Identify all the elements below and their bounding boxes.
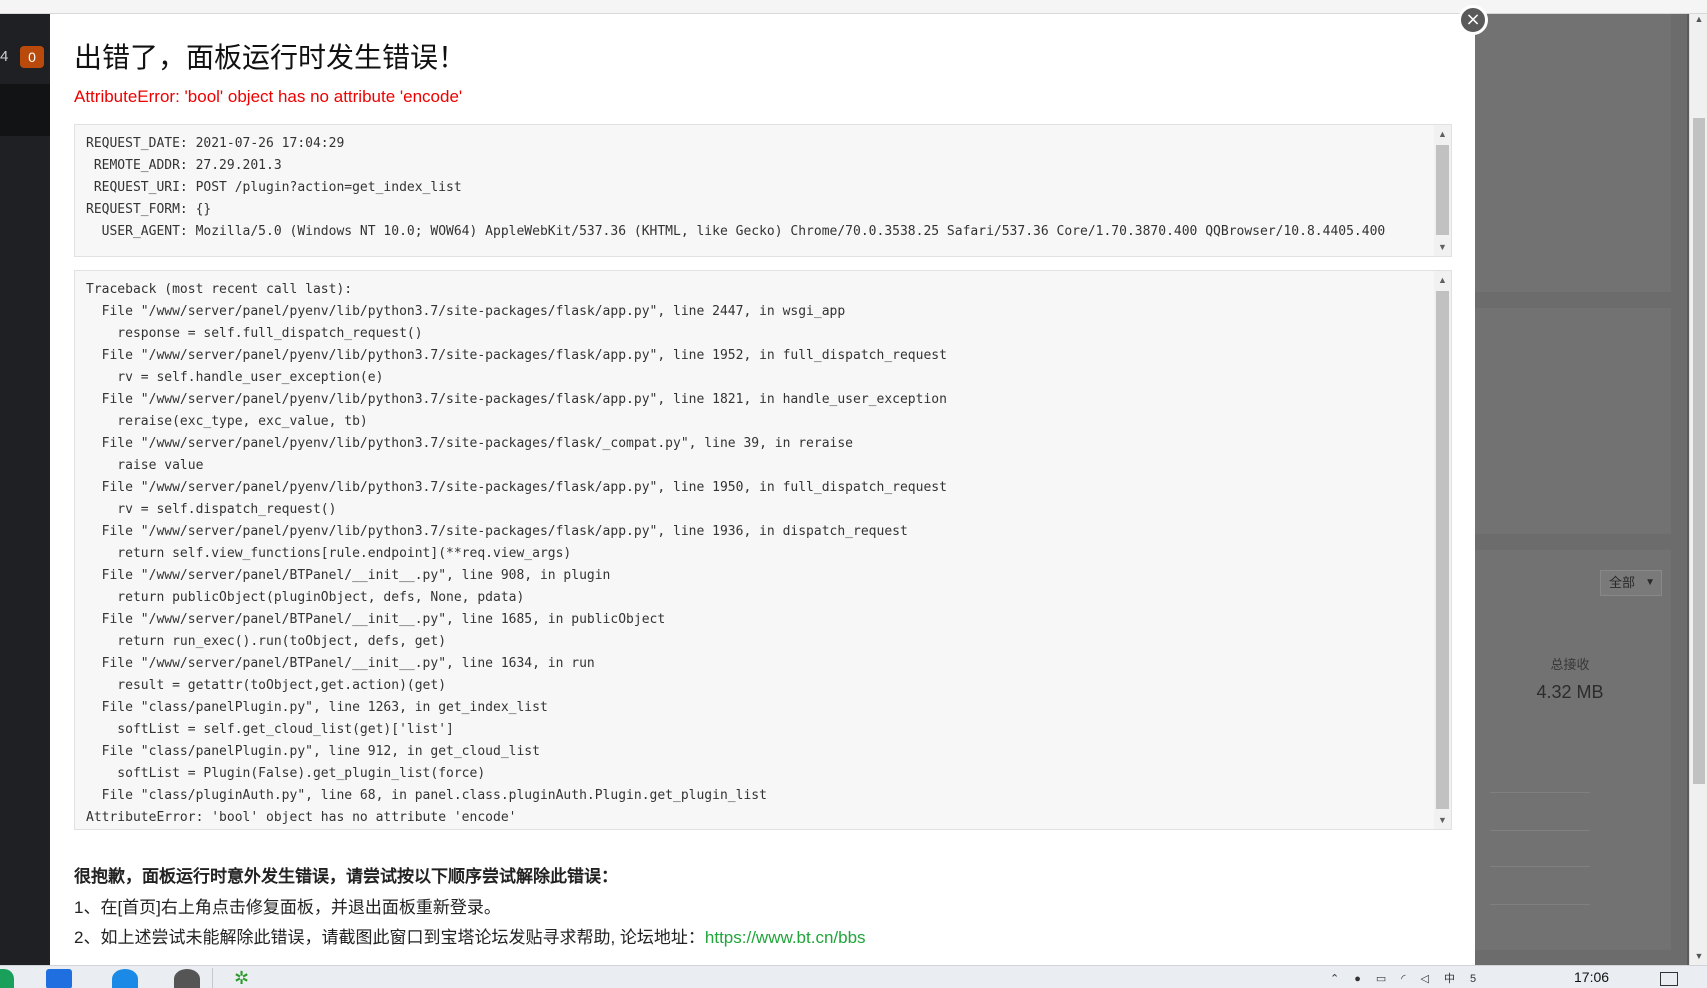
code-line: File "/www/server/panel/pyenv/lib/python…	[86, 436, 854, 451]
scroll-down-icon[interactable]: ▼	[1434, 815, 1451, 825]
code-line: File "/www/server/panel/pyenv/lib/python…	[86, 348, 947, 363]
traceback-scrollbar[interactable]: ▲ ▼	[1434, 271, 1451, 829]
request-info-box[interactable]: REQUEST_DATE: 2021-07-26 17:04:29 REMOTE…	[74, 124, 1452, 257]
code-line: File "/www/server/panel/BTPanel/__init__…	[86, 656, 595, 671]
sidebar-badge: 0	[20, 46, 44, 68]
code-line: REMOTE_ADDR: 27.29.201.3	[86, 158, 282, 173]
scrollbar-thumb[interactable]	[1436, 291, 1449, 809]
background-card	[1475, 14, 1671, 292]
scrollbar-thumb[interactable]	[1436, 145, 1449, 235]
taskbar-divider	[212, 968, 213, 988]
scroll-down-icon[interactable]: ▼	[1434, 242, 1451, 252]
code-line: reraise(exc_type, exc_value, tb)	[86, 414, 368, 429]
code-line: File "class/panelPlugin.py", line 912, i…	[86, 744, 540, 759]
scroll-up-icon[interactable]: ▲	[1434, 129, 1451, 139]
code-line: File "/www/server/panel/pyenv/lib/python…	[86, 524, 908, 539]
code-line: return self.view_functions[rule.endpoint…	[86, 546, 572, 561]
background-divider	[1490, 904, 1590, 905]
code-line: USER_AGENT: Mozilla/5.0 (Windows NT 10.0…	[86, 224, 1386, 239]
code-line: File "/www/server/panel/pyenv/lib/python…	[86, 304, 846, 319]
background-card	[1475, 308, 1671, 368]
code-line: AttributeError: 'bool' object has no att…	[86, 810, 517, 825]
code-line: File "/www/server/panel/BTPanel/__init__…	[86, 612, 666, 627]
network-icon[interactable]: ▭	[1376, 973, 1386, 985]
scroll-up-icon[interactable]: ▲	[1690, 14, 1707, 24]
close-icon[interactable]: ×	[1458, 5, 1488, 35]
app-icon[interactable]	[46, 969, 72, 988]
code-line: rv = self.dispatch_request()	[86, 502, 337, 517]
notification-icon[interactable]	[1660, 972, 1678, 986]
request-info-text: REQUEST_DATE: 2021-07-26 17:04:29 REMOTE…	[86, 133, 1385, 243]
code-line: File "/www/server/panel/BTPanel/__init__…	[86, 568, 611, 583]
ime-icon[interactable]: 中	[1444, 973, 1455, 985]
error-summary: AttributeError: 'bool' object has no att…	[74, 87, 463, 106]
help-step-1: 1、在[首页]右上角点击修复面板，并退出面板重新登录。	[74, 898, 501, 917]
help-step-2-text: 2、如上述尝试未能解除此错误，请截图此窗口到宝塔论坛发贴寻求帮助, 论坛地址：	[74, 928, 705, 947]
code-line: REQUEST_DATE: 2021-07-26 17:04:29	[86, 136, 345, 151]
wifi-icon[interactable]: ◜	[1401, 973, 1405, 985]
app-icon[interactable]	[0, 969, 14, 988]
total-received-label: 总接收	[1550, 657, 1590, 672]
traceback-box[interactable]: Traceback (most recent call last): File …	[74, 270, 1452, 830]
code-line: raise value	[86, 458, 204, 473]
total-received-value: 4.32 MB	[1536, 682, 1604, 702]
code-line: rv = self.handle_user_exception(e)	[86, 370, 384, 385]
browser-toolbar	[0, 0, 1707, 14]
background-divider	[1490, 792, 1590, 793]
person-icon[interactable]: ●	[1354, 973, 1361, 985]
page-scrollbar[interactable]: ▲ ▼	[1689, 14, 1707, 965]
request-info-scrollbar[interactable]: ▲ ▼	[1434, 125, 1451, 256]
taskbar: ✲ ⌃ ● ▭ ◜ ◁ 中 5 17:06	[0, 965, 1707, 988]
background-divider	[1490, 866, 1590, 867]
background-card	[1475, 550, 1671, 950]
dialog-title: 出错了，面板运行时发生错误！	[74, 41, 467, 74]
code-line: softList = Plugin(False).get_plugin_list…	[86, 766, 486, 781]
help-section: 很抱歉，面板运行时意外发生错误，请尝试按以下顺序尝试解除此错误： 1、在[首页]…	[74, 862, 866, 953]
clock[interactable]: 17:06	[1574, 969, 1609, 985]
sidebar-count: 4	[0, 48, 9, 65]
help-title: 很抱歉，面板运行时意外发生错误，请尝试按以下顺序尝试解除此错误：	[74, 867, 618, 886]
code-line: return publicObject(pluginObject, defs, …	[86, 590, 525, 605]
code-line: File "/www/server/panel/pyenv/lib/python…	[86, 480, 947, 495]
code-line: response = self.full_dispatch_request()	[86, 326, 423, 341]
code-line: File "/www/server/panel/pyenv/lib/python…	[86, 392, 947, 407]
app-icon[interactable]: ✲	[234, 969, 264, 988]
scrollbar-thumb[interactable]	[1693, 118, 1705, 784]
chevron-down-icon: ▼	[1645, 577, 1655, 588]
background-divider	[1490, 830, 1590, 831]
code-line: REQUEST_URI: POST /plugin?action=get_ind…	[86, 180, 462, 195]
app-icon[interactable]	[112, 969, 138, 988]
code-line: File "class/pluginAuth.py", line 68, in …	[86, 788, 767, 803]
code-line: Traceback (most recent call last):	[86, 282, 353, 297]
code-line: REQUEST_FORM: {}	[86, 202, 212, 217]
help-step-2: 2、如上述尝试未能解除此错误，请截图此窗口到宝塔论坛发贴寻求帮助, 论坛地址：h…	[74, 923, 866, 948]
code-line: softList = self.get_cloud_list(get)['lis…	[86, 722, 454, 737]
traffic-filter-select[interactable]: 全部 ▼	[1600, 570, 1662, 596]
code-line: result = getattr(toObject,get.action)(ge…	[86, 678, 447, 693]
error-dialog: 出错了，面板运行时发生错误！ AttributeError: 'bool' ob…	[50, 14, 1475, 965]
up-chevron-icon[interactable]: ⌃	[1330, 973, 1339, 985]
filter-label: 全部	[1609, 575, 1636, 590]
scroll-up-icon[interactable]: ▲	[1434, 275, 1451, 285]
background-sidebar: 4 0	[0, 14, 50, 965]
system-tray: ⌃ ● ▭ ◜ ◁ 中 5	[1330, 970, 1491, 986]
forum-link[interactable]: https://www.bt.cn/bbs	[705, 928, 866, 947]
scroll-down-icon[interactable]: ▼	[1690, 951, 1707, 961]
code-line: return run_exec().run(toObject, defs, ge…	[86, 634, 447, 649]
traceback-text: Traceback (most recent call last): File …	[86, 279, 947, 829]
html5-icon[interactable]: 5	[1470, 973, 1476, 985]
volume-icon[interactable]: ◁	[1421, 973, 1429, 985]
app-icon[interactable]	[174, 969, 200, 988]
sidebar-active-band	[0, 84, 50, 136]
code-line: File "class/panelPlugin.py", line 1263, …	[86, 700, 548, 715]
background-card	[1475, 368, 1671, 534]
